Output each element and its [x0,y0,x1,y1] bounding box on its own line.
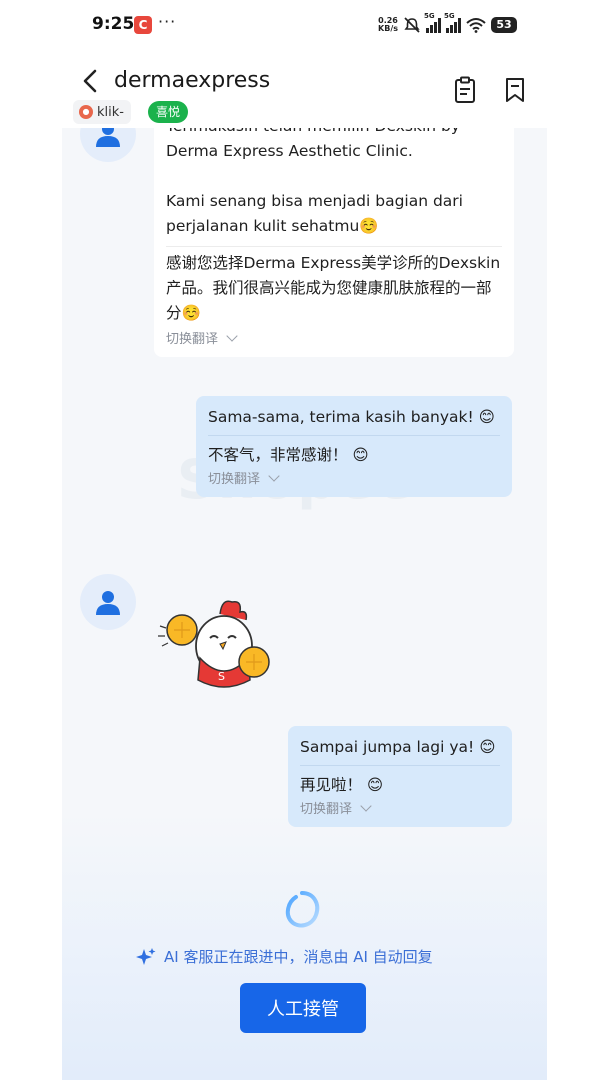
shop-avatar[interactable] [80,574,136,630]
app-notification-icon: C [134,16,152,34]
manual-takeover-button[interactable]: 人工接管 [240,983,366,1033]
status-bar: 9:25 C ··· 0.26 KB/s 5G 5G 53 [0,0,607,50]
toggle-translation-button[interactable]: 切换翻译 [300,798,500,817]
message-divider [300,765,500,766]
chevron-down-icon [360,799,372,812]
shop-tag-label: klik- [97,104,124,120]
shop-tag[interactable]: ● klik- [73,100,131,124]
message-translation-text: 感谢您选择Derma Express美学诊所的Dexskin产品。我们很高兴能成… [166,254,501,322]
user-avatar-icon [96,128,120,147]
chat-header: dermaexpress ● klik- 喜悦 [0,58,607,128]
mute-icon [404,17,420,33]
chat-area[interactable]: Shopee Terimakasih telah memilih Dexskin… [62,128,547,1080]
bookmark-icon[interactable] [502,76,528,104]
user-avatar-icon [96,591,120,615]
clipboard-icon[interactable] [452,76,478,104]
message-original-text: Sama-sama, terima kasih banyak! 😊 [208,408,495,426]
outgoing-message[interactable]: Sama-sama, terima kasih banyak! 😊 不客气，非常… [196,396,512,497]
status-time: 9:25 [92,14,135,34]
signal-strength-icon: 5G [424,12,441,33]
toggle-translation-button[interactable]: 切换翻译 [208,468,500,487]
toggle-translation-label: 切换翻译 [208,472,261,487]
toggle-translation-label: 切换翻译 [166,332,219,347]
chevron-down-icon [268,469,280,482]
back-icon[interactable] [78,66,104,96]
shop-logo-icon: ● [79,105,93,119]
message-translation-text: 再见啦！ 😊 [300,776,384,794]
page-title: dermaexpress [114,68,271,93]
more-notifications-icon: ··· [158,12,177,31]
spinner-icon [285,891,320,928]
status-indicators: 0.26 KB/s 5G 5G 53 [378,12,517,36]
incoming-message[interactable]: Terimakasih telah memilih Dexskin by Der… [154,128,514,357]
message-divider [208,435,500,436]
network-speed: 0.26 KB/s [378,17,398,33]
ai-status-text: AI 客服正在跟进中，消息由 AI 自动回复 [164,948,433,966]
toggle-translation-button[interactable]: 切换翻译 [166,328,502,347]
ai-status: AI 客服正在跟进中，消息由 AI 自动回复 [136,946,433,967]
message-original-text: Terimakasih telah memilih Dexskin by Der… [166,128,463,235]
shop-avatar[interactable] [80,128,136,162]
message-divider [166,246,502,247]
wifi-icon [466,18,486,33]
signal-label-2: 5G [444,12,455,20]
message-translation-text: 不客气，非常感谢！ 😊 [208,446,369,464]
battery-icon: 53 [491,17,517,33]
message-original-text: Sampai jumpa lagi ya! 😊 [300,738,496,756]
svg-text:S: S [218,670,225,683]
signal-strength-icon-2: 5G [444,12,461,33]
outgoing-message[interactable]: Sampai jumpa lagi ya! 😊 再见啦！ 😊 切换翻译 [288,726,512,827]
signal-label: 5G [424,12,435,20]
chicken-cheering-sticker[interactable]: S [152,596,276,696]
mood-tag: 喜悦 [148,101,189,123]
network-speed-unit: KB/s [378,24,398,33]
chat-screen: 9:25 C ··· 0.26 KB/s 5G 5G 53 dermaexpre… [0,0,607,1080]
chevron-down-icon [226,329,238,342]
sparkle-icon [136,947,156,965]
toggle-translation-label: 切换翻译 [300,802,353,817]
